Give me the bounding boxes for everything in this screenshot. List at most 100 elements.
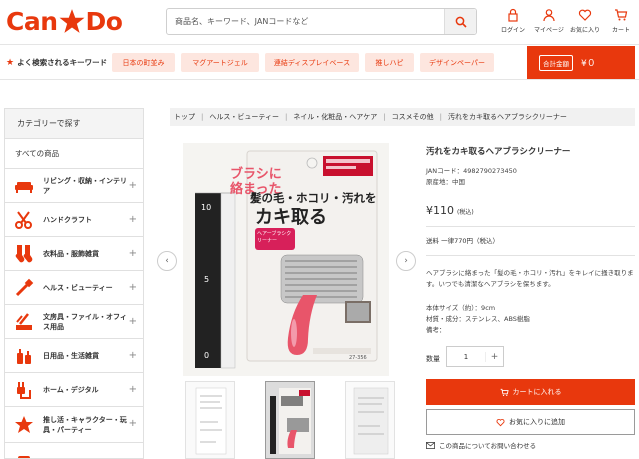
cart-icon xyxy=(615,9,628,21)
package-code: 27-356 xyxy=(349,355,367,361)
keyword-chip[interactable]: マグアートジェル xyxy=(181,53,259,72)
sidebar-item-handcraft[interactable]: ハンドクラフト + xyxy=(5,203,143,237)
inquiry-link[interactable]: この商品についてお問い合わせる xyxy=(426,440,536,450)
add-to-cart-button[interactable]: カートに入れる xyxy=(426,379,635,405)
search-button[interactable] xyxy=(444,9,476,34)
next-image-button[interactable]: › xyxy=(396,251,416,271)
mypage-button[interactable]: マイページ xyxy=(531,8,567,34)
bottle-icon xyxy=(13,345,35,367)
quantity-plus-button[interactable]: + xyxy=(485,351,503,362)
expand-icon[interactable]: + xyxy=(129,282,137,293)
expand-icon[interactable]: + xyxy=(129,180,137,191)
expand-icon[interactable]: + xyxy=(129,384,137,395)
expand-icon[interactable]: + xyxy=(129,418,137,429)
quantity-stepper: 1 + xyxy=(446,346,504,367)
expand-icon[interactable]: + xyxy=(129,350,137,361)
keyword-title: ★ よく検索されるキーワード xyxy=(6,57,107,68)
product-codes: JANコード：4982790273450 原産地：中国 xyxy=(426,166,517,188)
sidebar-item-label: ヘルス・ビューティー xyxy=(43,283,113,292)
quantity-label: 数量 xyxy=(426,355,440,363)
site-header: Can Do ログイン マイページ お気に入り カート xyxy=(0,0,639,44)
breadcrumb-separator: | xyxy=(383,113,386,121)
product-price: ¥110 (税込) xyxy=(426,204,474,217)
cart-button[interactable]: カート xyxy=(603,8,639,34)
spec-note: 備考： xyxy=(426,326,446,334)
favorites-label: お気に入り xyxy=(569,27,600,34)
thumbnail[interactable] xyxy=(185,381,235,459)
keyword-chip[interactable]: デザインペーパー xyxy=(420,53,494,72)
sidebar-item-stationery[interactable]: 文房具・ファイル・オフィス用品 + xyxy=(5,305,143,339)
mail-icon xyxy=(426,441,435,449)
sidebar-item-label: ホーム・デジタル xyxy=(43,385,99,394)
sidebar-item-all[interactable]: すべての商品 xyxy=(5,139,143,169)
keyword-chip[interactable]: 日本の町並み xyxy=(112,53,175,72)
sidebar-item-label: 推し活・キャラクター・玩具・パーティー xyxy=(43,415,127,434)
thumbnail-active[interactable] xyxy=(265,381,315,459)
keyword-chip[interactable]: 推しハピ xyxy=(365,53,414,72)
brush-icon xyxy=(13,277,35,299)
category-sidebar: カテゴリーで探す すべての商品 リビング・収納・インテリア + ハンドクラフト … xyxy=(4,108,144,459)
login-label: ログイン xyxy=(500,27,525,34)
price-value: ¥110 xyxy=(426,204,454,217)
origin: 原産地：中国 xyxy=(426,178,465,186)
login-button[interactable]: ログイン xyxy=(495,8,531,34)
inquiry-label: この商品についてお問い合わせる xyxy=(439,442,537,450)
thumbnail-image xyxy=(195,387,227,455)
scissors-icon xyxy=(13,209,35,231)
breadcrumb-separator: | xyxy=(439,113,443,121)
sidebar-item-label: ハンドクラフト xyxy=(43,215,92,224)
search-icon xyxy=(455,16,467,28)
thumbnail-image xyxy=(353,387,389,455)
sidebar-item-clothing[interactable]: 衣料品・服飾雑貨 + xyxy=(5,237,143,271)
sidebar-item-daily-goods[interactable]: 日用品・生活雑貨 + xyxy=(5,339,143,373)
sidebar-item-food[interactable] xyxy=(5,443,143,458)
breadcrumb-link[interactable]: トップ xyxy=(174,112,195,122)
heart-icon xyxy=(578,9,592,21)
add-to-favorites-button[interactable]: お気に入りに追加 xyxy=(426,409,635,435)
header-icons: ログイン マイページ お気に入り カート xyxy=(495,8,639,34)
expand-icon[interactable]: + xyxy=(129,248,137,259)
thumbnail-strip xyxy=(185,381,425,459)
thumbnail-image xyxy=(270,388,311,454)
add-to-cart-label: カートに入れる xyxy=(512,388,562,396)
cart-total-amount: ¥０ xyxy=(581,59,596,69)
thumbnail[interactable] xyxy=(345,381,395,459)
sidebar-item-oshi[interactable]: 推し活・キャラクター・玩具・パーティー + xyxy=(5,407,143,443)
chevron-left-icon: ‹ xyxy=(165,256,169,266)
sidebar-item-label: リビング・収納・インテリア xyxy=(43,176,127,195)
lock-icon xyxy=(508,8,518,22)
prev-image-button[interactable]: ‹ xyxy=(157,251,177,271)
cart-total[interactable]: 合計金額 ¥０ xyxy=(527,46,635,79)
sidebar-item-label: 文房具・ファイル・オフィス用品 xyxy=(43,312,127,331)
sidebar-header: カテゴリーで探す xyxy=(5,109,143,139)
expand-icon[interactable]: + xyxy=(129,316,137,327)
keyword-chip[interactable]: 連結ディスプレイベース xyxy=(265,53,359,72)
breadcrumb-current: 汚れをカキ取るヘアブラシクリーナー xyxy=(448,113,567,121)
breadcrumb-separator: | xyxy=(201,113,204,121)
socks-icon xyxy=(13,243,35,265)
heart-icon xyxy=(496,418,505,426)
product-photo xyxy=(183,143,389,376)
search-input[interactable] xyxy=(167,9,443,34)
cart-icon xyxy=(500,388,509,396)
sidebar-item-health-beauty[interactable]: ヘルス・ビューティー + xyxy=(5,271,143,305)
favorites-button[interactable]: お気に入り xyxy=(567,8,603,34)
cart-label: カート xyxy=(611,27,630,34)
product-specs: 本体サイズ（約）：9cm 材質・成分：ステンレス、ABS樹脂 備考： xyxy=(426,303,530,336)
sidebar-item-label: 日用品・生活雑貨 xyxy=(43,351,99,360)
expand-icon[interactable]: + xyxy=(129,214,137,225)
person-icon xyxy=(543,9,555,22)
breadcrumb-link[interactable]: ネイル・化粧品・ヘアケア xyxy=(293,112,377,122)
product-description: ヘアブラシに絡まった「髪の毛・ホコリ・汚れ」をキレイに掻き取ります。いつでも清潔… xyxy=(426,269,634,288)
breadcrumb-link[interactable]: ヘルス・ビューティー xyxy=(209,112,279,122)
breadcrumb-link[interactable]: コスメその他 xyxy=(392,112,434,122)
sidebar-item-living[interactable]: リビング・収納・インテリア + xyxy=(5,169,143,203)
plug-icon xyxy=(13,379,35,401)
divider xyxy=(426,255,635,256)
quantity-value[interactable]: 1 xyxy=(447,353,485,361)
sidebar-item-home-digital[interactable]: ホーム・デジタル + xyxy=(5,373,143,407)
logo-star-icon xyxy=(59,9,84,33)
shipping-info: 送料 一律770円（税込） xyxy=(426,237,499,245)
mypage-label: マイページ xyxy=(534,27,564,34)
logo[interactable]: Can Do xyxy=(6,6,123,36)
